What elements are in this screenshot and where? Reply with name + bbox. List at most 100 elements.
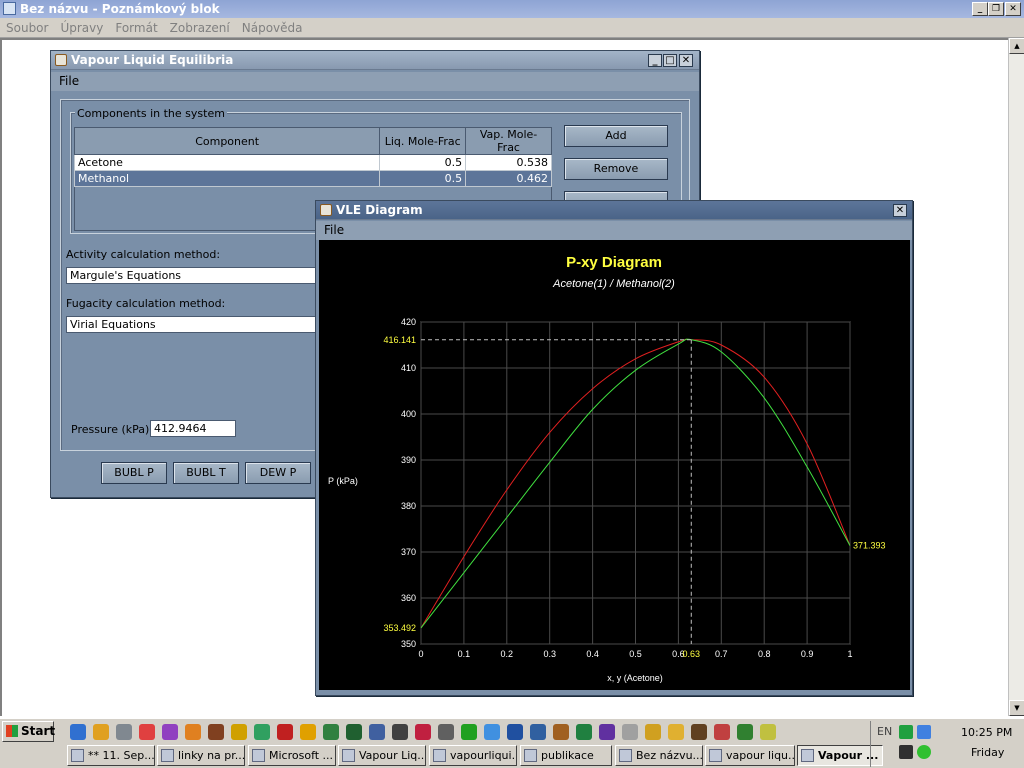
menu-upravy[interactable]: Úpravy: [54, 18, 109, 38]
y-tick-label: 420: [401, 317, 416, 327]
quick-launch-icon[interactable]: [691, 724, 707, 740]
pressure-input[interactable]: 412.9464: [150, 420, 236, 437]
quick-launch-icon[interactable]: [576, 724, 592, 740]
add-button[interactable]: Add: [564, 125, 668, 147]
close-button[interactable]: ✕: [1005, 2, 1021, 16]
y-tick-label: 400: [401, 409, 416, 419]
col-header-liq[interactable]: Liq. Mole-Frac: [379, 127, 467, 155]
task-label: linky na pr...: [178, 749, 245, 762]
quick-launch-icon[interactable]: [208, 724, 224, 740]
quick-launch-icon[interactable]: [93, 724, 109, 740]
taskbar-button[interactable]: ** 11. Sep...: [67, 745, 155, 766]
quick-launch-icon[interactable]: [737, 724, 753, 740]
quick-launch-icon[interactable]: [323, 724, 339, 740]
clock-time[interactable]: 10:25 PM: [961, 726, 1012, 739]
remove-button[interactable]: Remove: [564, 158, 668, 180]
menu-soubor[interactable]: Soubor: [0, 18, 54, 38]
fugacity-method-select[interactable]: Virial Equations: [66, 316, 326, 333]
quick-launch-icon[interactable]: [530, 724, 546, 740]
restore-button[interactable]: ❐: [988, 2, 1004, 16]
quick-launch-icon[interactable]: [231, 724, 247, 740]
x-tick-label: 0.5: [629, 649, 642, 659]
quick-launch-icon[interactable]: [369, 724, 385, 740]
menu-napoveda[interactable]: Nápověda: [236, 18, 309, 38]
scroll-up-icon[interactable]: ▲: [1009, 38, 1024, 54]
quick-launch-icon[interactable]: [346, 724, 362, 740]
table-row[interactable]: Acetone 0.5 0.538: [73, 154, 552, 171]
vle-diagram-title-bar[interactable]: VLE Diagram ✕: [316, 201, 912, 220]
quick-launch-icon[interactable]: [760, 724, 776, 740]
cell-component[interactable]: Methanol: [73, 170, 381, 187]
quick-launch-icon[interactable]: [415, 724, 431, 740]
vle-main-title-bar[interactable]: Vapour Liquid Equilibria _ □ ✕: [51, 51, 699, 70]
scroll-down-icon[interactable]: ▼: [1009, 700, 1024, 716]
table-row[interactable]: Methanol 0.5 0.462: [73, 170, 552, 187]
taskbar-button[interactable]: vapour liqu...: [705, 745, 795, 766]
taskbar-button[interactable]: publikace: [520, 745, 612, 766]
x-tick-label: 0.8: [758, 649, 771, 659]
start-label: Start: [21, 724, 56, 738]
quick-launch-icon[interactable]: [162, 724, 178, 740]
performance-icon[interactable]: [899, 745, 913, 759]
start-button[interactable]: Start: [2, 721, 56, 742]
quick-launch-icon[interactable]: [254, 724, 270, 740]
bubl-t-button[interactable]: BUBL T: [173, 462, 239, 484]
notepad-scrollbar[interactable]: ▲ ▼: [1008, 38, 1024, 716]
minimize-button[interactable]: _: [972, 2, 988, 16]
taskbar-button[interactable]: vapourliqui...: [429, 745, 517, 766]
y-tick-label: 380: [401, 501, 416, 511]
vle-diagram-menu-bar: File: [316, 221, 912, 240]
clock-day: Friday: [971, 746, 1005, 759]
taskbar-button[interactable]: linky na pr...: [157, 745, 245, 766]
close-icon[interactable]: ✕: [893, 204, 907, 217]
maximize-icon[interactable]: □: [663, 54, 677, 67]
menu-zobrazeni[interactable]: Zobrazení: [164, 18, 236, 38]
quick-launch-icon[interactable]: [507, 724, 523, 740]
quick-launch-icon[interactable]: [116, 724, 132, 740]
messenger-icon[interactable]: [917, 745, 931, 759]
cell-liq[interactable]: 0.5: [379, 170, 467, 187]
quick-launch-icon[interactable]: [714, 724, 730, 740]
bubl-p-button[interactable]: BUBL P: [101, 462, 167, 484]
close-icon[interactable]: ✕: [679, 54, 693, 67]
col-header-vap[interactable]: Vap. Mole-Frac: [465, 127, 552, 155]
col-header-component[interactable]: Component: [73, 127, 381, 155]
quick-launch-icon[interactable]: [300, 724, 316, 740]
activity-method-select[interactable]: Margule's Equations: [66, 267, 326, 284]
y-tick-label: 350: [401, 639, 416, 649]
x-tick-label: 0.3: [543, 649, 556, 659]
menu-file[interactable]: File: [324, 223, 344, 237]
task-app-icon: [801, 749, 814, 762]
quick-launch-icon[interactable]: [139, 724, 155, 740]
cell-component[interactable]: Acetone: [73, 154, 381, 171]
quick-launch-icon[interactable]: [277, 724, 293, 740]
dew-p-button[interactable]: DEW P: [245, 462, 311, 484]
taskbar-button[interactable]: Microsoft ...: [248, 745, 336, 766]
quick-launch-icon[interactable]: [438, 724, 454, 740]
menu-file[interactable]: File: [59, 74, 79, 88]
quick-launch-icon[interactable]: [461, 724, 477, 740]
cell-vap[interactable]: 0.538: [465, 154, 552, 171]
x-tick-label: 0.4: [586, 649, 599, 659]
minimize-icon[interactable]: _: [648, 54, 662, 67]
cell-vap[interactable]: 0.462: [465, 170, 552, 187]
quick-launch-icon[interactable]: [392, 724, 408, 740]
menu-format[interactable]: Formát: [109, 18, 163, 38]
quick-launch-icon[interactable]: [668, 724, 684, 740]
taskbar-button[interactable]: Vapour Liq...: [338, 745, 426, 766]
quick-launch-icon[interactable]: [553, 724, 569, 740]
monitor-icon[interactable]: [917, 725, 931, 739]
quick-launch-icon[interactable]: [70, 724, 86, 740]
x-tick-label: 0.2: [501, 649, 514, 659]
y-tick-label: 370: [401, 547, 416, 557]
quick-launch-icon[interactable]: [185, 724, 201, 740]
quick-launch-icon[interactable]: [645, 724, 661, 740]
y-tick-label: 390: [401, 455, 416, 465]
quick-launch-icon[interactable]: [484, 724, 500, 740]
quick-launch-icon[interactable]: [599, 724, 615, 740]
language-indicator[interactable]: EN: [877, 725, 892, 738]
taskbar-button[interactable]: Bez názvu...: [615, 745, 703, 766]
network-icon[interactable]: [899, 725, 913, 739]
quick-launch-icon[interactable]: [622, 724, 638, 740]
cell-liq[interactable]: 0.5: [379, 154, 467, 171]
